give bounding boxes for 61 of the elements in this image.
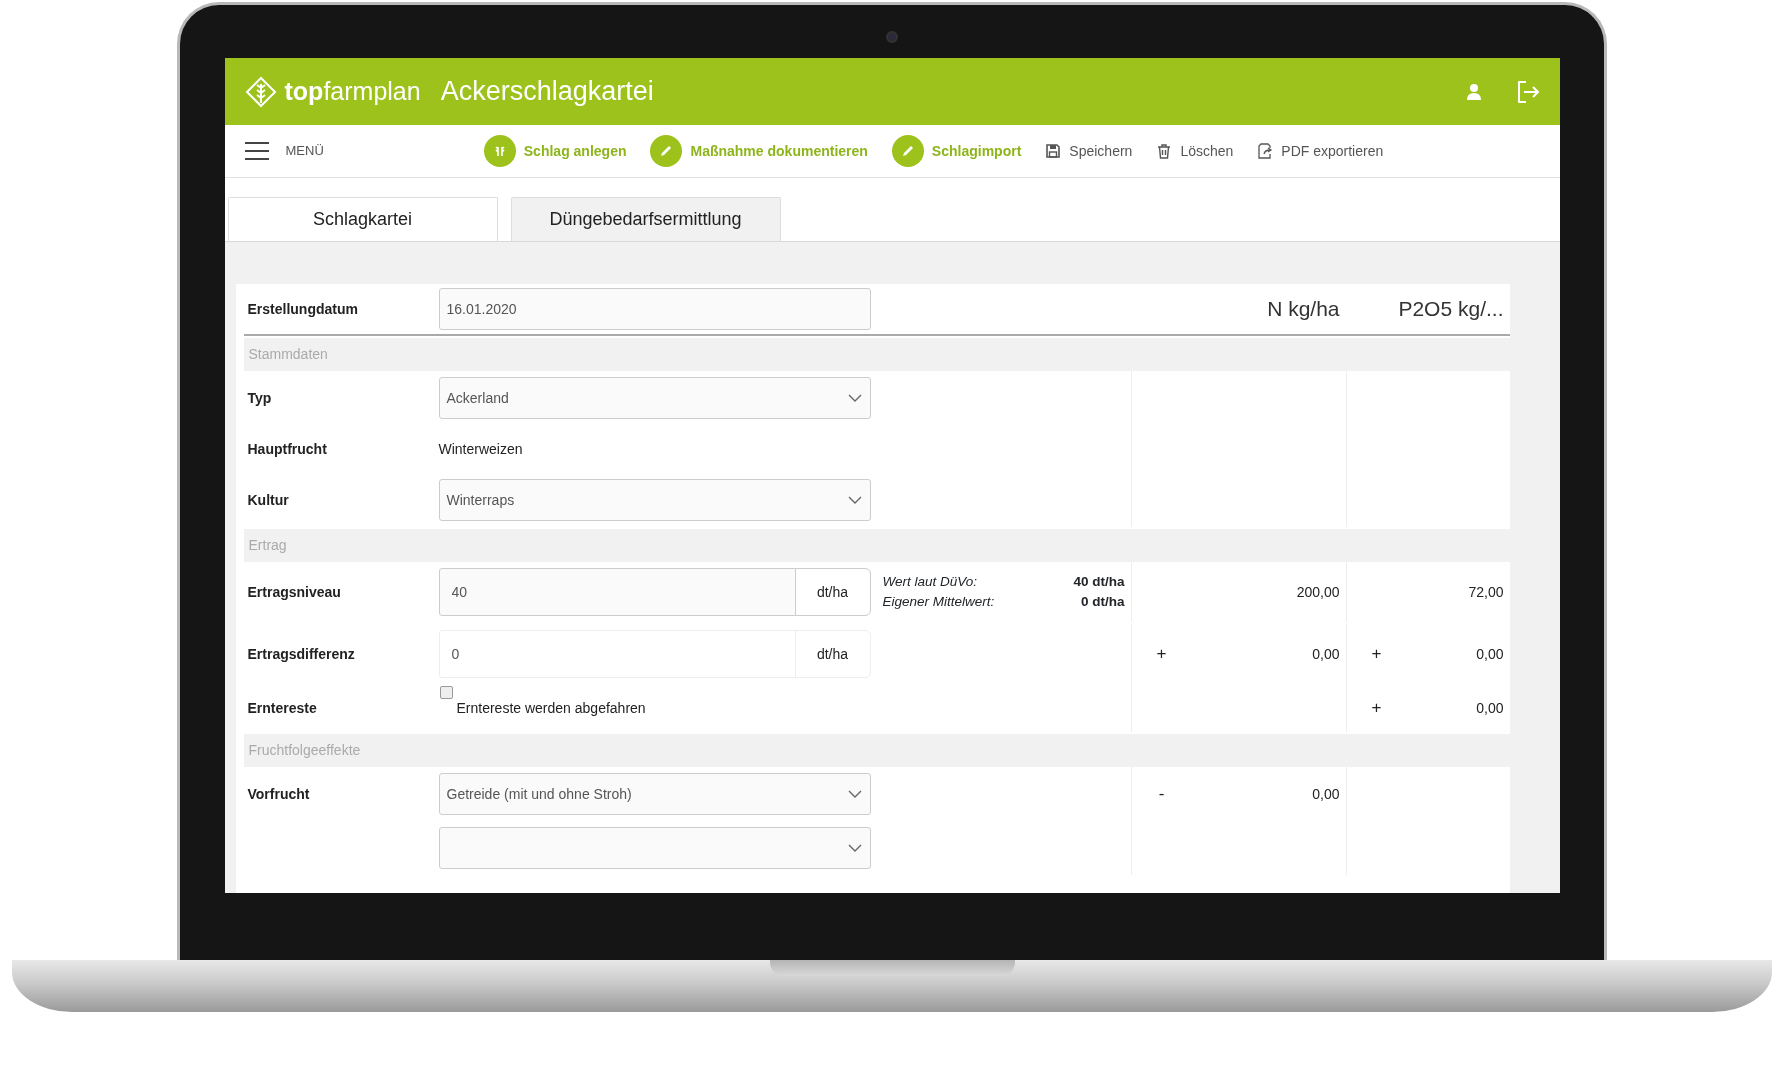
tab[interactable]: Düngebedarfsermittlung	[510, 197, 781, 241]
section-header: Ertrag	[243, 529, 1510, 562]
dropdown[interactable]: Getreide (mit und ohne Stroh)	[438, 773, 871, 815]
column-header: N kg/ha	[1266, 296, 1341, 323]
pencil-circle-icon	[891, 135, 924, 167]
toolbar-action[interactable]: Löschen	[1156, 140, 1234, 162]
field-label: Erstellungdatum	[246, 299, 359, 319]
trash-icon	[1156, 143, 1173, 159]
value-cell-text: 72,00	[1468, 582, 1504, 602]
logo-text: topfarmplan	[284, 75, 421, 107]
toolbar-action[interactable]: Speichern	[1045, 140, 1133, 162]
sign-label: -	[1157, 783, 1166, 806]
sign-label: +	[1155, 643, 1168, 666]
field-label: Hauptfrucht	[246, 439, 328, 459]
input-field[interactable]: 40	[438, 568, 796, 616]
column-header: P2O5 kg/...	[1397, 296, 1505, 323]
app-title: Ackerschlagkartei	[440, 75, 654, 109]
dropdown[interactable]	[438, 827, 871, 869]
value-cell-text: 0,00	[1312, 784, 1340, 804]
note-value: 0 dt/ha	[1081, 593, 1125, 611]
chevron-down-icon	[847, 394, 862, 402]
section-header: Stammdaten	[243, 338, 1510, 371]
unit-label: dt/ha	[794, 630, 871, 678]
menu-label[interactable]: MENÜ	[285, 141, 324, 161]
chevron-down-icon	[847, 496, 862, 504]
checkbox[interactable]	[439, 686, 453, 699]
value-cell-text: 0,00	[1476, 644, 1504, 664]
camera-icon	[886, 31, 898, 43]
field-label: Erntereste	[246, 698, 318, 718]
value-cell-text: 0,00	[1312, 644, 1340, 664]
field-label: Typ	[246, 388, 273, 408]
wheat-circle-icon	[483, 135, 516, 167]
value-cell-text: 200,00	[1296, 582, 1340, 602]
field-value: Winterweizen	[438, 439, 523, 459]
dropdown[interactable]: Winterraps	[438, 479, 871, 521]
user-icon	[1465, 82, 1482, 101]
chevron-down-icon	[847, 844, 862, 852]
value-cell-text: 0,00	[1476, 698, 1504, 718]
note-label: Eigener Mittelwert:	[882, 593, 995, 611]
logout-icon	[1515, 79, 1540, 104]
unit-label: dt/ha	[794, 568, 871, 616]
sign-label: +	[1370, 643, 1383, 666]
date-field[interactable]: 16.01.2020	[438, 288, 871, 330]
toolbar-action[interactable]: PDF exportieren	[1257, 140, 1384, 162]
section-header: Fruchtfolgeeffekte	[243, 734, 1510, 767]
field-label: Vorfrucht	[246, 784, 311, 804]
input-field[interactable]: 0	[438, 630, 796, 678]
checkbox-label[interactable]: Erntereste werden abgefahren	[456, 697, 646, 719]
field-label: Ertragsniveau	[246, 582, 342, 602]
pencil-circle-icon	[650, 135, 683, 167]
note-value: 40 dt/ha	[1073, 572, 1125, 591]
chevron-down-icon	[847, 790, 862, 798]
menu-icon	[244, 141, 269, 161]
file-export-icon	[1257, 143, 1274, 159]
note-label: Wert laut DüVo:	[882, 572, 978, 591]
dropdown[interactable]: Ackerland	[438, 377, 871, 419]
sign-label: +	[1370, 697, 1383, 720]
field-label: Ertragsdifferenz	[246, 644, 356, 664]
field-label: Kultur	[246, 490, 290, 510]
wheat-diamond-logo-icon	[244, 75, 277, 108]
tab[interactable]: Schlagkartei	[227, 197, 498, 241]
